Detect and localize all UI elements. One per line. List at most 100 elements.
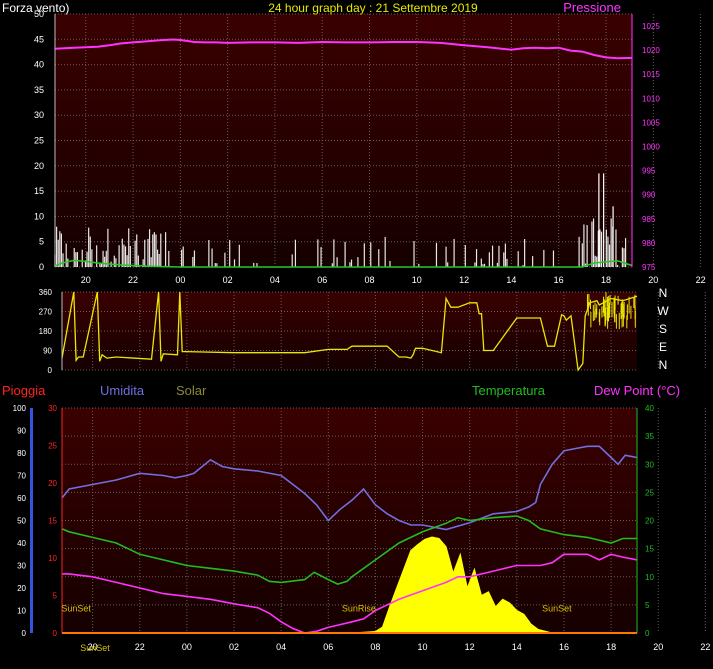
temperature-label: Temperatura: [472, 383, 546, 398]
humidity-tick-label: 60: [17, 494, 26, 503]
x-tick-label: 16: [554, 275, 564, 285]
pressure-tick-label: 1020: [642, 46, 660, 55]
pressure-tick-label: 1010: [642, 94, 660, 103]
weather-chart-canvas: 5045403530252015105010251020101510101005…: [2, 0, 710, 653]
solar-label: Solar: [176, 383, 207, 398]
x-tick-label: 08: [370, 642, 380, 652]
humidity-tick-label: 70: [17, 472, 26, 481]
rain-tick-label: 5: [53, 592, 58, 601]
temperature-tick-label: 10: [645, 573, 654, 582]
pressure-axis-label: Pressione: [563, 0, 621, 15]
pressure-tick-label: 1000: [642, 143, 660, 152]
x-tick-label: 08: [365, 275, 375, 285]
wind-tick-label: 40: [34, 60, 44, 70]
x-tick-label: 20: [648, 275, 658, 285]
wind-tick-label: 15: [34, 186, 44, 196]
pressure-tick-label: 975: [642, 263, 656, 272]
x-tick-label: 10: [412, 275, 422, 285]
wind-tick-label: 5: [39, 237, 44, 247]
temperature-tick-label: 15: [645, 545, 654, 554]
x-tick-label: 10: [418, 642, 428, 652]
pressure-tick-label: 990: [642, 191, 656, 200]
temperature-tick-label: 40: [645, 404, 654, 413]
x-tick-label: 04: [270, 275, 280, 285]
chart-title: 24 hour graph day : 21 Settembre 2019: [268, 1, 478, 15]
direction-plot-area: [62, 292, 637, 370]
temperature-tick-label: 35: [645, 432, 654, 441]
x-tick-label: 00: [175, 275, 185, 285]
humidity-tick-label: 10: [17, 607, 26, 616]
x-tick-label: 00: [182, 642, 192, 652]
pressure-tick-label: 1005: [642, 118, 660, 127]
x-tick-label: 20: [653, 642, 663, 652]
x-tick-label: 12: [459, 275, 469, 285]
direction-tick-label: 360: [39, 288, 53, 297]
wind-tick-label: 0: [39, 262, 44, 272]
wind-tick-label: 45: [34, 34, 44, 44]
temperature-tick-label: 5: [645, 601, 650, 610]
humidity-tick-label: 50: [17, 517, 26, 526]
x-tick-label: 20: [81, 275, 91, 285]
sun-event-label: SunSet: [61, 603, 91, 613]
compass-label: E: [659, 340, 667, 354]
wind-tick-label: 25: [34, 136, 44, 146]
sun-event-label: SunRise: [342, 603, 376, 613]
humidity-axis-bar: [30, 408, 33, 633]
direction-tick-label: 180: [39, 327, 53, 336]
x-tick-label: 16: [559, 642, 569, 652]
x-tick-label: 22: [128, 275, 138, 285]
x-tick-label: 14: [512, 642, 522, 652]
x-tick-label: 22: [700, 642, 710, 652]
pressure-tick-label: 995: [642, 167, 656, 176]
compass-label: S: [659, 322, 667, 336]
x-tick-label: 18: [601, 275, 611, 285]
humidity-tick-label: 80: [17, 449, 26, 458]
humidity-tick-label: 90: [17, 427, 26, 436]
temperature-tick-label: 0: [645, 629, 650, 638]
pressure-tick-label: 980: [642, 239, 656, 248]
humidity-tick-label: 30: [17, 562, 26, 571]
rain-tick-label: 25: [48, 442, 57, 451]
temperature-tick-label: 25: [645, 488, 654, 497]
wind-axis-label: Forza vento): [2, 1, 69, 15]
wind-tick-label: 20: [34, 161, 44, 171]
rain-tick-label: 30: [48, 404, 57, 413]
compass-label: N: [659, 358, 668, 372]
pressure-tick-label: 1015: [642, 70, 660, 79]
x-tick-label: 12: [465, 642, 475, 652]
humidity-tick-label: 40: [17, 539, 26, 548]
rain-tick-label: 15: [48, 517, 57, 526]
rain-tick-label: 0: [53, 629, 58, 638]
direction-tick-label: 270: [39, 308, 53, 317]
pressure-tick-label: 1025: [642, 22, 660, 31]
humidity-label: Umidita: [100, 383, 145, 398]
compass-label: N: [659, 286, 668, 300]
dewpoint-label: Dew Point (°C): [594, 383, 680, 398]
x-tick-label: 06: [323, 642, 333, 652]
weather-plot-area: [62, 408, 637, 633]
rain-tick-label: 20: [48, 479, 57, 488]
compass-label: W: [657, 304, 669, 318]
temperature-tick-label: 20: [645, 517, 654, 526]
humidity-tick-label: 0: [22, 629, 27, 638]
sun-event-label: SunSet: [542, 603, 572, 613]
wind-tick-label: 30: [34, 110, 44, 120]
wind-tick-label: 10: [34, 211, 44, 221]
humidity-tick-label: 100: [13, 404, 27, 413]
wind-tick-label: 35: [34, 85, 44, 95]
sun-event-label: SunSet: [80, 643, 110, 653]
direction-tick-label: 0: [48, 366, 53, 375]
rain-label: Pioggia: [2, 383, 46, 398]
humidity-tick-label: 20: [17, 584, 26, 593]
x-tick-label: 22: [135, 642, 145, 652]
x-tick-label: 02: [229, 642, 239, 652]
direction-tick-label: 90: [43, 347, 52, 356]
x-tick-label: 18: [606, 642, 616, 652]
x-tick-label: 14: [506, 275, 516, 285]
x-tick-label: 22: [696, 275, 706, 285]
rain-tick-label: 10: [48, 554, 57, 563]
temperature-tick-label: 30: [645, 460, 654, 469]
x-tick-label: 02: [223, 275, 233, 285]
x-tick-label: 06: [317, 275, 327, 285]
x-tick-label: 04: [276, 642, 286, 652]
